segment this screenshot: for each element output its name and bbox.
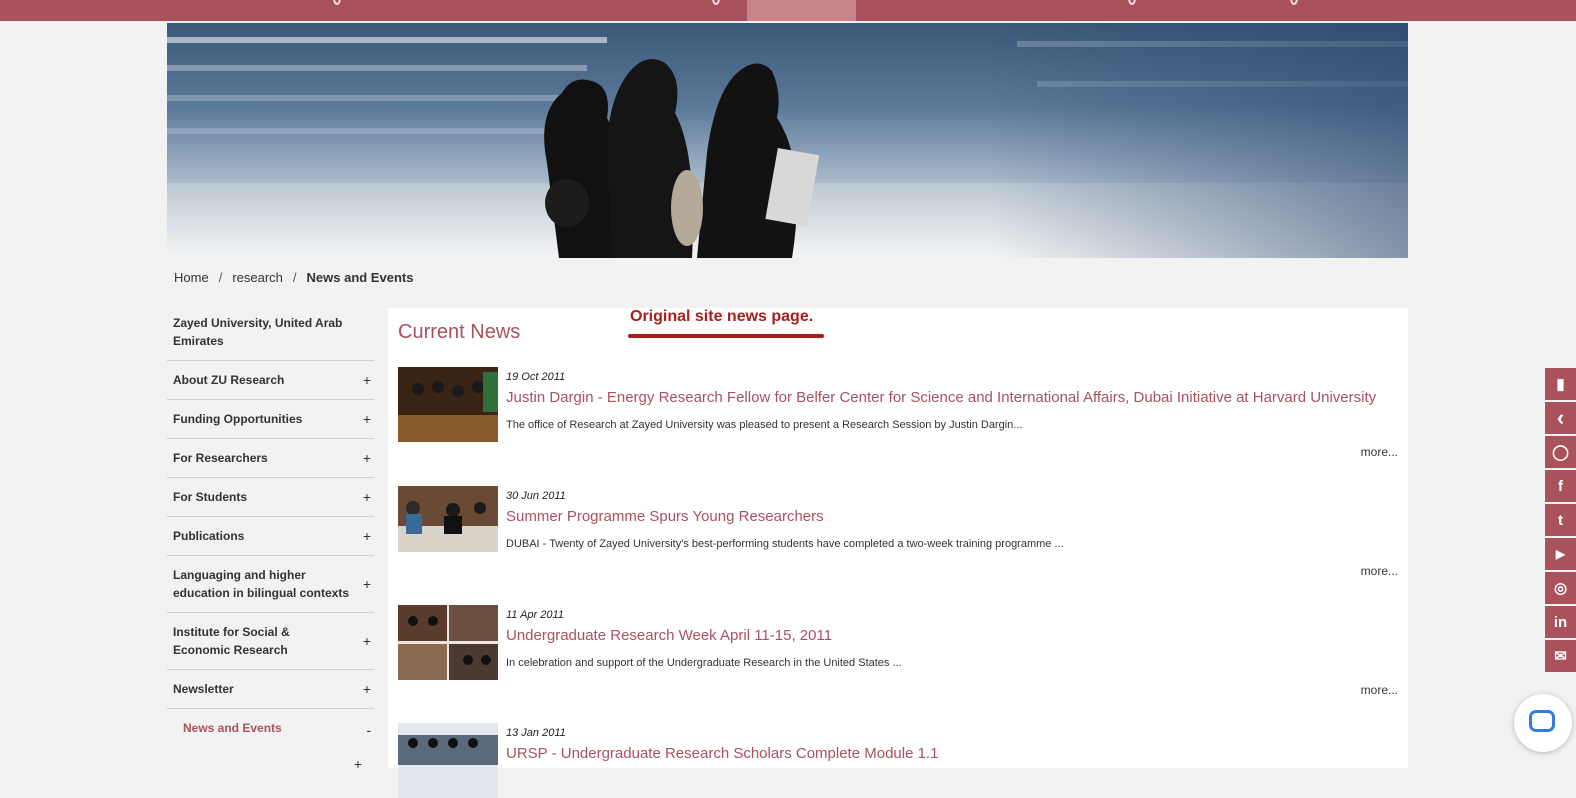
news-description: The office of Research at Zayed Universi… <box>506 419 1023 431</box>
students-figures <box>544 59 820 258</box>
breadcrumb: Home / research / News and Events <box>174 270 413 285</box>
news-date: 19 Oct 2011 <box>506 371 566 383</box>
social-sidebar: ▮ ‹ ◯ f t ▶ ◎ in ✉ <box>1545 368 1576 674</box>
news-title-link[interactable]: Undergraduate Research Week April 11-15,… <box>506 627 832 644</box>
breadcrumb-separator: / <box>292 270 297 285</box>
page-title: Current News <box>398 321 521 343</box>
mail-icon[interactable]: ✉ <box>1545 640 1576 672</box>
nav-text-fragment <box>712 0 720 5</box>
news-thumbnail[interactable] <box>398 605 498 680</box>
news-date: 11 Apr 2011 <box>506 609 564 621</box>
news-description: DUBAI - Twenty of Zayed University's bes… <box>506 538 1064 550</box>
breadcrumb-research-link[interactable]: research <box>232 270 283 285</box>
sidebar-item-zayed-university[interactable]: Zayed University, United Arab Emirates <box>167 308 374 361</box>
news-thumbnail[interactable] <box>398 723 498 798</box>
sidebar-item-news-and-events[interactable]: News and Events - <box>167 709 374 747</box>
breadcrumb-current: News and Events <box>306 270 414 285</box>
nav-text-fragment <box>333 0 341 5</box>
sidebar-item-label: Publications <box>173 529 245 543</box>
nav-text-fragment <box>1128 0 1136 5</box>
instagram-icon[interactable]: ◎ <box>1545 572 1576 604</box>
sidebar-item-institute-social-economic[interactable]: Institute for Social & Economic Research… <box>167 613 374 670</box>
expand-icon[interactable]: + <box>363 488 371 506</box>
collapse-icon[interactable]: - <box>366 721 371 739</box>
news-title-link[interactable]: Justin Dargin - Energy Research Fellow f… <box>506 389 1376 406</box>
news-content-panel: Current News Original site news page. 19… <box>388 308 1408 798</box>
sidebar-item-for-students[interactable]: For Students + <box>167 478 374 517</box>
sidebar-item-for-researchers[interactable]: For Researchers + <box>167 439 374 478</box>
sidebar-item-funding-opportunities[interactable]: Funding Opportunities + <box>167 400 374 439</box>
news-date: 30 Jun 2011 <box>506 490 566 502</box>
chat-icon <box>1529 710 1555 732</box>
sidebar-item-publications[interactable]: Publications + <box>167 517 374 556</box>
expand-icon[interactable]: + <box>363 527 371 545</box>
expand-icon[interactable]: + <box>354 755 362 773</box>
more-link[interactable]: more... <box>1361 564 1398 578</box>
more-link[interactable]: more... <box>1361 683 1398 697</box>
sidebar-item-label: Funding Opportunities <box>173 412 303 426</box>
expand-icon[interactable]: + <box>363 680 371 698</box>
sidebar-item-languaging[interactable]: Languaging and higher education in bilin… <box>167 556 374 613</box>
chat-button[interactable] <box>1514 694 1572 752</box>
sidebar-item-label: Zayed University, United Arab Emirates <box>173 316 343 348</box>
sidebar-item-about-zu-research[interactable]: About ZU Research + <box>167 361 374 400</box>
linkedin-icon[interactable]: in <box>1545 606 1576 638</box>
sidebar-item-sub-expand[interactable]: + <box>167 747 374 772</box>
sidebar-item-label: About ZU Research <box>173 373 285 387</box>
more-link[interactable]: more... <box>1361 445 1398 459</box>
breadcrumb-home-link[interactable]: Home <box>174 270 209 285</box>
circle-icon[interactable]: ◯ <box>1545 436 1576 468</box>
sidebar-item-label: Newsletter <box>173 682 234 696</box>
chart-icon[interactable]: ▮ <box>1545 368 1576 400</box>
hero-banner-image <box>167 23 1408 258</box>
sidebar-item-label: For Students <box>173 490 247 504</box>
news-description: In celebration and support of the Underg… <box>506 657 902 669</box>
facebook-icon[interactable]: f <box>1545 470 1576 502</box>
breadcrumb-separator: / <box>218 270 223 285</box>
chevron-left-icon[interactable]: ‹ <box>1545 402 1576 434</box>
expand-icon[interactable]: + <box>363 575 371 593</box>
annotation-text: Original site news page. <box>630 308 814 325</box>
top-navigation-bar <box>0 0 1576 21</box>
expand-icon[interactable]: + <box>363 371 371 389</box>
sidebar-item-label: Languaging and higher education in bilin… <box>173 568 350 600</box>
expand-icon[interactable]: + <box>363 410 371 428</box>
sidebar-item-label: Institute for Social & Economic Research <box>173 625 290 657</box>
news-title-link[interactable]: Summer Programme Spurs Young Researchers <box>506 508 824 525</box>
nav-text-fragment <box>1290 0 1298 5</box>
sidebar-item-label: For Researchers <box>173 451 268 465</box>
news-thumbnail[interactable] <box>398 486 498 552</box>
sidebar-navigation: Zayed University, United Arab Emirates A… <box>167 308 374 772</box>
youtube-icon[interactable]: ▶ <box>1545 538 1576 570</box>
sidebar-item-label: News and Events <box>183 721 282 735</box>
sidebar-item-newsletter[interactable]: Newsletter + <box>167 670 374 709</box>
news-thumbnail[interactable] <box>398 367 498 442</box>
nav-tab-active[interactable] <box>747 0 856 21</box>
expand-icon[interactable]: + <box>363 449 371 467</box>
annotation-underline <box>628 334 824 338</box>
twitter-icon[interactable]: t <box>1545 504 1576 536</box>
expand-icon[interactable]: + <box>363 632 371 650</box>
news-title-link[interactable]: URSP - Undergraduate Research Scholars C… <box>506 745 938 762</box>
news-date: 13 Jan 2011 <box>506 727 566 739</box>
